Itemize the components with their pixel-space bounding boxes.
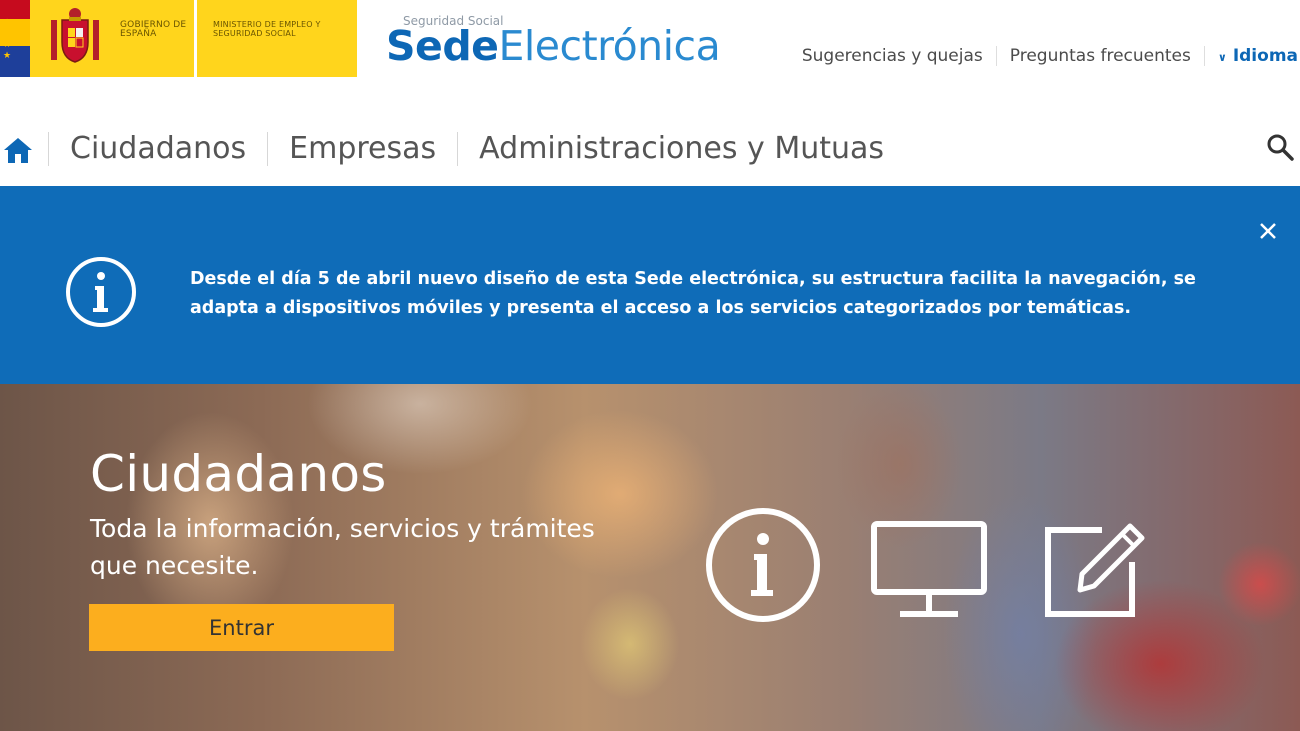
government-label: GOBIERNO DE ESPAÑA [120, 20, 187, 39]
hero-subtitle: Toda la información, servicios y trámite… [90, 514, 595, 580]
info-icon[interactable] [704, 506, 822, 624]
top-header: ★ ★ ★ ★ GOBIERNO DE ESPAÑA MINISTERIO DE EM… [0, 0, 1300, 100]
search-icon[interactable] [1265, 132, 1295, 162]
brand-sede: Sede [386, 22, 499, 70]
brand-electronica: Electrónica [498, 22, 721, 70]
chevron-down-icon: ∨ [1217, 51, 1227, 64]
edit-form-icon[interactable] [1042, 512, 1150, 620]
sede-electronica-logo[interactable]: SedeElectrónica [386, 22, 721, 70]
nav-menu: Ciudadanos Empresas Administraciones y M… [48, 132, 905, 166]
nav-item-ciudadanos[interactable]: Ciudadanos [48, 132, 267, 166]
entrar-button[interactable]: Entrar [89, 604, 394, 651]
notice-banner: Desde el día 5 de abril nuevo diseño de … [0, 186, 1300, 384]
link-preguntas[interactable]: Preguntas frecuentes [997, 46, 1205, 66]
hero-title: Ciudadanos [90, 445, 387, 503]
monitor-icon[interactable] [870, 520, 988, 620]
nav-item-empresas[interactable]: Empresas [267, 132, 457, 166]
language-label: Idioma [1232, 46, 1298, 66]
utility-links: Sugerencias y quejas Preguntas frecuente… [789, 43, 1300, 69]
nav-item-administraciones[interactable]: Administraciones y Mutuas [457, 132, 905, 166]
home-icon[interactable] [3, 136, 33, 164]
language-selector[interactable]: ∨ Idioma [1205, 46, 1300, 66]
link-sugerencias[interactable]: Sugerencias y quejas [789, 46, 997, 66]
ministry-logo[interactable]: MINISTERIO DE EMPLEO Y SEGURIDAD SOCIAL [197, 0, 357, 77]
info-icon [66, 257, 136, 327]
ministry-label: MINISTERIO DE EMPLEO Y SEGURIDAD SOCIAL [213, 20, 321, 38]
government-logo[interactable]: GOBIERNO DE ESPAÑA [30, 0, 194, 77]
eu-flag-icon: ★ ★ ★ ★ [0, 0, 30, 77]
coat-of-arms-icon [51, 8, 99, 63]
notice-text: Desde el día 5 de abril nuevo diseño de … [190, 269, 1196, 318]
close-icon[interactable] [1258, 221, 1278, 241]
